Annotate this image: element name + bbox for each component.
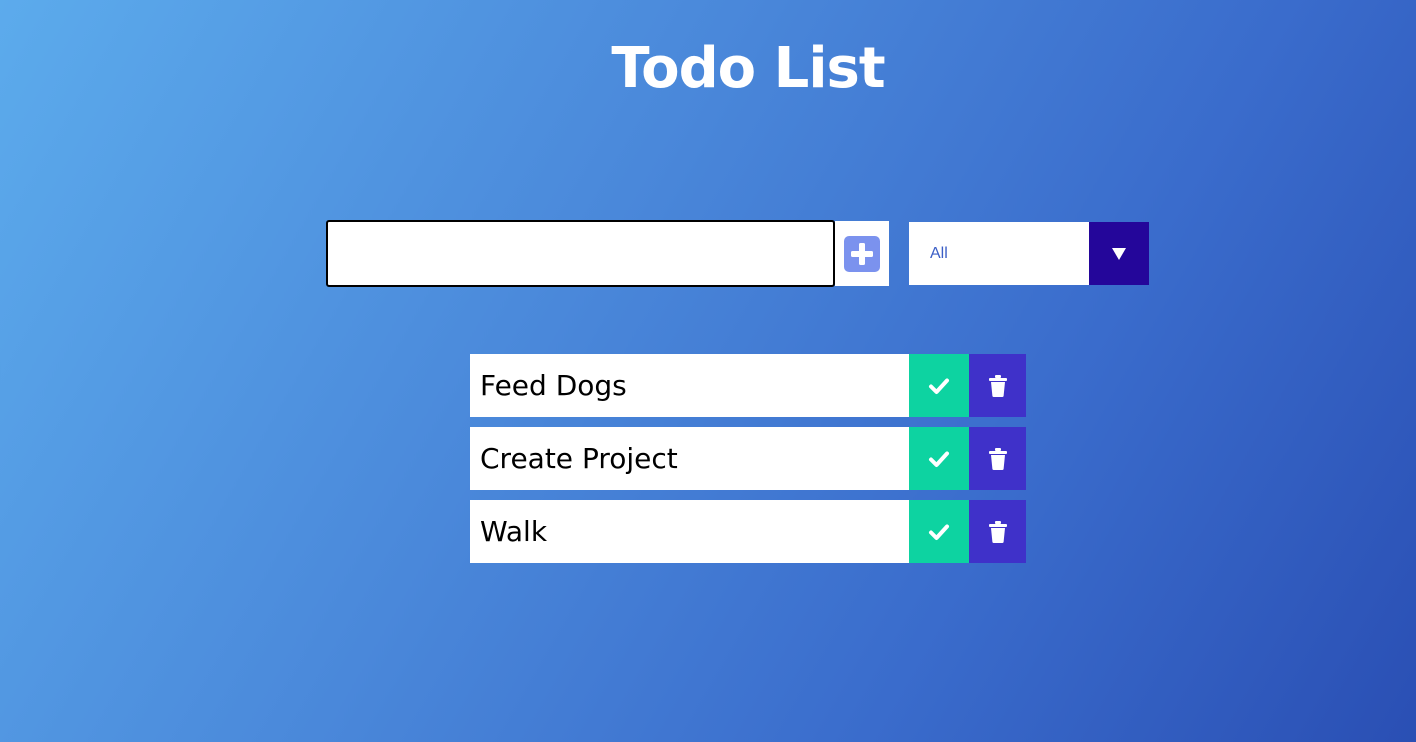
- todo-text: Create Project: [470, 427, 909, 490]
- todo-text: Walk: [470, 500, 909, 563]
- trash-icon: [988, 520, 1007, 543]
- complete-button[interactable]: [909, 427, 969, 490]
- check-icon: [929, 378, 949, 394]
- check-icon: [929, 451, 949, 467]
- add-todo-button[interactable]: [835, 221, 889, 286]
- delete-button[interactable]: [969, 500, 1026, 563]
- todo-text: Feed Dogs: [470, 354, 909, 417]
- delete-button[interactable]: [969, 427, 1026, 490]
- filter-dropdown-button[interactable]: [1089, 222, 1149, 285]
- check-icon: [929, 524, 949, 540]
- todo-item: Create Project: [470, 427, 1026, 490]
- triangle-down-icon: [1112, 247, 1126, 260]
- trash-icon: [988, 374, 1007, 397]
- plus-square-icon: [844, 235, 880, 272]
- delete-button[interactable]: [969, 354, 1026, 417]
- complete-button[interactable]: [909, 500, 969, 563]
- todo-item: Feed Dogs: [470, 354, 1026, 417]
- trash-icon: [988, 447, 1007, 470]
- complete-button[interactable]: [909, 354, 969, 417]
- todo-list: Feed Dogs Create Project Walk: [470, 354, 1026, 573]
- todo-input[interactable]: [326, 220, 835, 287]
- todo-item: Walk: [470, 500, 1026, 563]
- filter-selected-value: All: [930, 245, 948, 262]
- page-title: Todo List: [611, 36, 885, 101]
- filter-select[interactable]: All: [909, 222, 1149, 285]
